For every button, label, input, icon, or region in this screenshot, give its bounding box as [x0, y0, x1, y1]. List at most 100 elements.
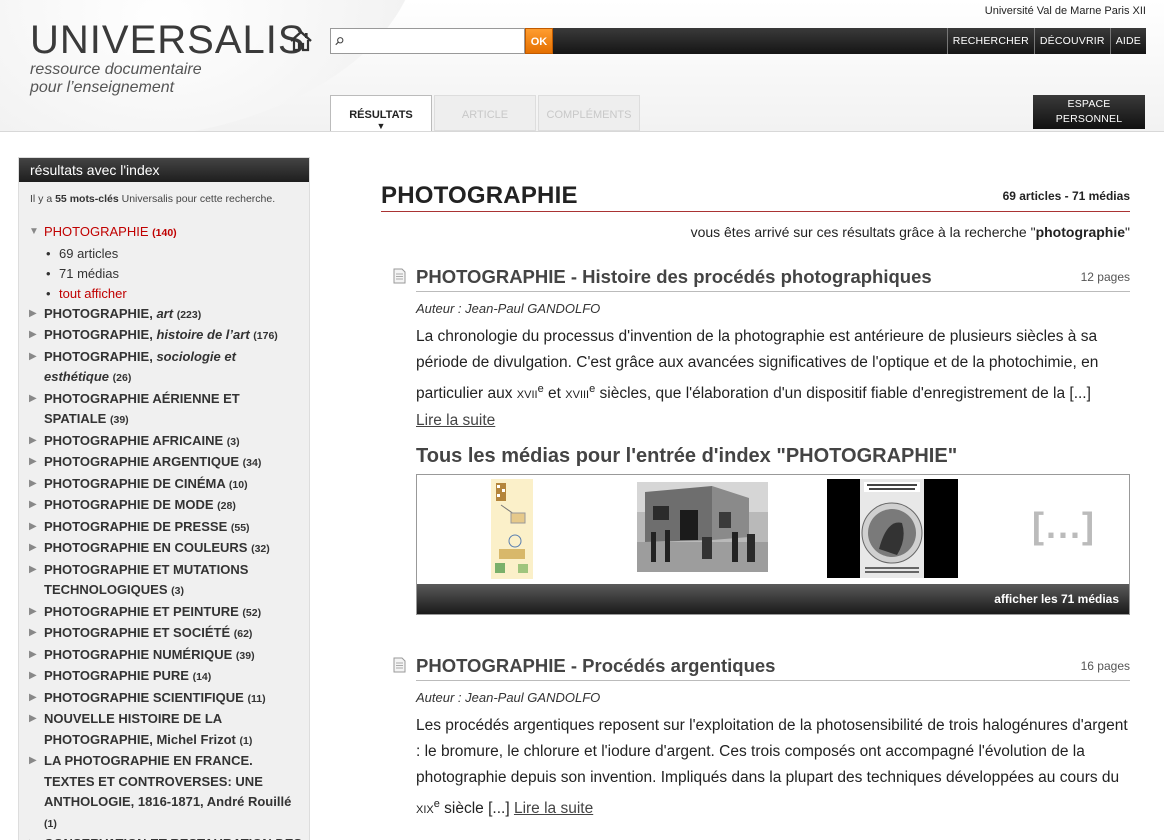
triangle-right-icon: ▶ [29, 392, 37, 404]
keyword-label: LA PHOTOGRAPHIE EN FRANCE. TEXTES ET CON… [44, 753, 292, 809]
century-numeral: XVIII [565, 389, 590, 402]
keyword-item[interactable]: ▶ PHOTOGRAPHIE EN COULEURS (32) [28, 538, 309, 560]
lire-la-suite-link[interactable]: Lire la suite [514, 800, 593, 817]
keyword-label: PHOTOGRAPHIE ET SOCIÉTÉ [44, 625, 231, 640]
keyword-count: (14) [192, 671, 212, 683]
keyword-item[interactable]: ▶ PHOTOGRAPHIE, sociologie et esthétique … [28, 347, 309, 389]
intro-count: 55 mots-clés [55, 193, 119, 205]
search-ok-button[interactable]: OK [525, 28, 553, 54]
keyword-item[interactable]: ▶ PHOTOGRAPHIE ET PEINTURE (52) [28, 602, 309, 624]
keyword-item[interactable]: ▶ PHOTOGRAPHIE PURE (14) [28, 666, 309, 688]
triangle-right-icon: ▶ [29, 499, 37, 510]
keyword-item[interactable]: ▶ LA PHOTOGRAPHIE EN FRANCE. TEXTES ET CO… [28, 751, 309, 834]
excerpt-part: et [543, 385, 566, 403]
tab-article[interactable]: ARTICLE [434, 95, 536, 131]
keyword-label: PHOTOGRAPHIE ET MUTATIONS TECHNOLOGIQUES [44, 561, 249, 598]
intro-post: Universalis pour cette recherche. [118, 193, 276, 205]
article-title[interactable]: PHOTOGRAPHIE - Procédés argentiques [416, 653, 1130, 679]
keyword-item[interactable]: ▶ PHOTOGRAPHIE, art (223) [28, 304, 309, 326]
keyword-count: (3) [171, 585, 184, 597]
keyword-count: (26) [112, 372, 132, 384]
triangle-right-icon: ▶ [29, 307, 37, 319]
triangle-right-icon: ▶ [29, 755, 37, 766]
triangle-right-icon: ▶ [29, 520, 37, 532]
media-thumbnail-newspaper[interactable] [827, 479, 958, 579]
keyword-label: PHOTOGRAPHIE SCIENTIFIQUE [44, 689, 244, 705]
via-post: " [1125, 224, 1130, 240]
keyword-item-active[interactable]: ▼ PHOTOGRAPHIE (140) 69 articles 71 médi… [28, 222, 309, 304]
lire-la-suite-link[interactable]: Lire la suite [416, 412, 495, 429]
keyword-qualifier: art [156, 305, 174, 321]
keyword-label: PHOTOGRAPHIE PURE [44, 668, 189, 683]
article-author: Auteur : Jean-Paul GANDOLFO [416, 301, 601, 316]
triangle-right-icon: ▶ [29, 605, 37, 617]
keyword-item[interactable]: ▶ PHOTOGRAPHIE ET SOCIÉTÉ (62) [28, 623, 309, 645]
keyword-item[interactable]: ▶ NOUVELLE HISTOIRE DE LA PHOTOGRAPHIE, M… [28, 709, 309, 751]
keyword-item[interactable]: ▶ PHOTOGRAPHIE AÉRIENNE ET SPATIALE (39) [28, 389, 309, 431]
universalis-logo[interactable]: UNIVERSALIS ressource documentaire pour … [30, 20, 306, 97]
keyword-item[interactable]: ▶ PHOTOGRAPHIE DE CINÉMA (10) [28, 474, 309, 496]
show-all-media-bar[interactable]: afficher les 71 médias [417, 584, 1129, 615]
media-title[interactable]: Tous les médias pour l'entrée d'index "P… [416, 440, 1130, 472]
nav-decouvrir[interactable]: DÉCOUVRIR [1033, 28, 1110, 54]
espace-personnel-button[interactable]: ESPACE PERSONNEL [1033, 95, 1145, 129]
via-term: photographie [1035, 224, 1126, 240]
keyword-item[interactable]: ▶ PHOTOGRAPHIE, histoire de l’art (176) [28, 325, 309, 347]
index-sidebar: résultats avec l'index Il y a 55 mots-cl… [18, 157, 310, 840]
keyword-count: (62) [233, 628, 253, 640]
sidebar-intro: Il y a 55 mots-clés Universalis pour cet… [19, 182, 309, 222]
media-thumbnail-photo-studio[interactable] [637, 482, 768, 573]
tab-complements[interactable]: COMPLÉMENTS [538, 95, 640, 131]
media-thumbnail-diagram[interactable] [491, 479, 533, 580]
keyword-count: (55) [230, 521, 250, 534]
keyword-item[interactable]: ▶ PHOTOGRAPHIE AFRICAINE (3) [28, 431, 309, 453]
logo-title: UNIVERSALIS [30, 18, 306, 62]
nav-rechercher[interactable]: RECHERCHER [946, 28, 1034, 54]
subitem-articles[interactable]: 69 articles [44, 244, 303, 264]
tab-resultats[interactable]: RÉSULTATS ▼ [330, 95, 432, 131]
article-pages: 16 pages [1080, 659, 1130, 674]
keyword-item[interactable]: ▶ PHOTOGRAPHIE NUMÉRIQUE (39) [28, 645, 309, 667]
subitem-tout-afficher[interactable]: tout afficher [44, 284, 303, 304]
keyword-item[interactable]: ▶ PHOTOGRAPHIE DE PRESSE (55) [28, 517, 309, 539]
keyword-label: PHOTOGRAPHIE ARGENTIQUE [44, 454, 240, 469]
keyword-item[interactable]: ▶ PHOTOGRAPHIE ARGENTIQUE (34) [28, 452, 309, 474]
home-icon[interactable] [289, 29, 313, 53]
triangle-right-icon: ▶ [29, 713, 37, 724]
nav-aide[interactable]: AIDE [1109, 28, 1146, 54]
search-box[interactable] [330, 28, 525, 54]
keyword-list: ▼ PHOTOGRAPHIE (140) 69 articles 71 médi… [19, 222, 309, 304]
search-input[interactable] [348, 30, 524, 52]
subitem-medias[interactable]: 71 médias [44, 264, 303, 284]
keyword-label: CONSERVATION ET RESTAURATION DES [44, 836, 302, 840]
keyword-item[interactable]: ▶ PHOTOGRAPHIE SCIENTIFIQUE (11) [28, 688, 309, 710]
article-author: Auteur : Jean-Paul GANDOLFO [416, 690, 601, 706]
logo-subtitle-line-2: pour l’enseignement [30, 79, 175, 96]
triangle-right-icon: ▶ [29, 670, 37, 681]
triangle-right-icon: ▶ [29, 648, 37, 660]
keyword-label: PHOTOGRAPHIE DE MODE [44, 497, 214, 512]
keyword-count: (10) [228, 478, 248, 491]
keyword-count: (3) [226, 435, 240, 448]
excerpt-part: siècles, que l'élaboration d'un disposit… [595, 385, 1091, 403]
keyword-count: (1) [239, 734, 253, 747]
keyword-count: (140) [152, 227, 177, 239]
triangle-right-icon: ▶ [29, 456, 37, 467]
caret-down-icon: ▼ [376, 121, 386, 131]
keyword-item[interactable]: ▶ PHOTOGRAPHIE ET MUTATIONS TECHNOLOGIQUE… [28, 560, 309, 602]
keyword-item[interactable]: ▶ PHOTOGRAPHIE DE MODE (28) [28, 495, 309, 517]
article-header: PHOTOGRAPHIE - Histoire des procédés pho… [416, 264, 1130, 292]
keyword-items: ▶ PHOTOGRAPHIE, art (223) ▶ PHOTOGRAPHIE, h… [19, 304, 309, 840]
header: Université Val de Marne Paris XII UNIVER… [0, 0, 1164, 132]
keyword-count: (176) [253, 330, 278, 342]
keyword-item[interactable]: ▶ CONSERVATION ET RESTAURATION DES [28, 834, 309, 840]
search-origin-note: vous êtes arrivé sur ces résultats grâce… [381, 224, 1130, 246]
keyword-label: PHOTOGRAPHIE, [44, 327, 157, 342]
more-media-ellipsis[interactable]: [...] [1032, 505, 1096, 547]
article-title[interactable]: PHOTOGRAPHIE - Histoire des procédés pho… [416, 264, 1130, 290]
espace-label-2: PERSONNEL [1055, 113, 1123, 125]
century-numeral: XVII [516, 389, 538, 402]
triangle-right-icon: ▶ [29, 834, 37, 840]
triangle-right-icon: ▶ [29, 563, 37, 575]
excerpt-part: siècle [...] [439, 800, 514, 818]
